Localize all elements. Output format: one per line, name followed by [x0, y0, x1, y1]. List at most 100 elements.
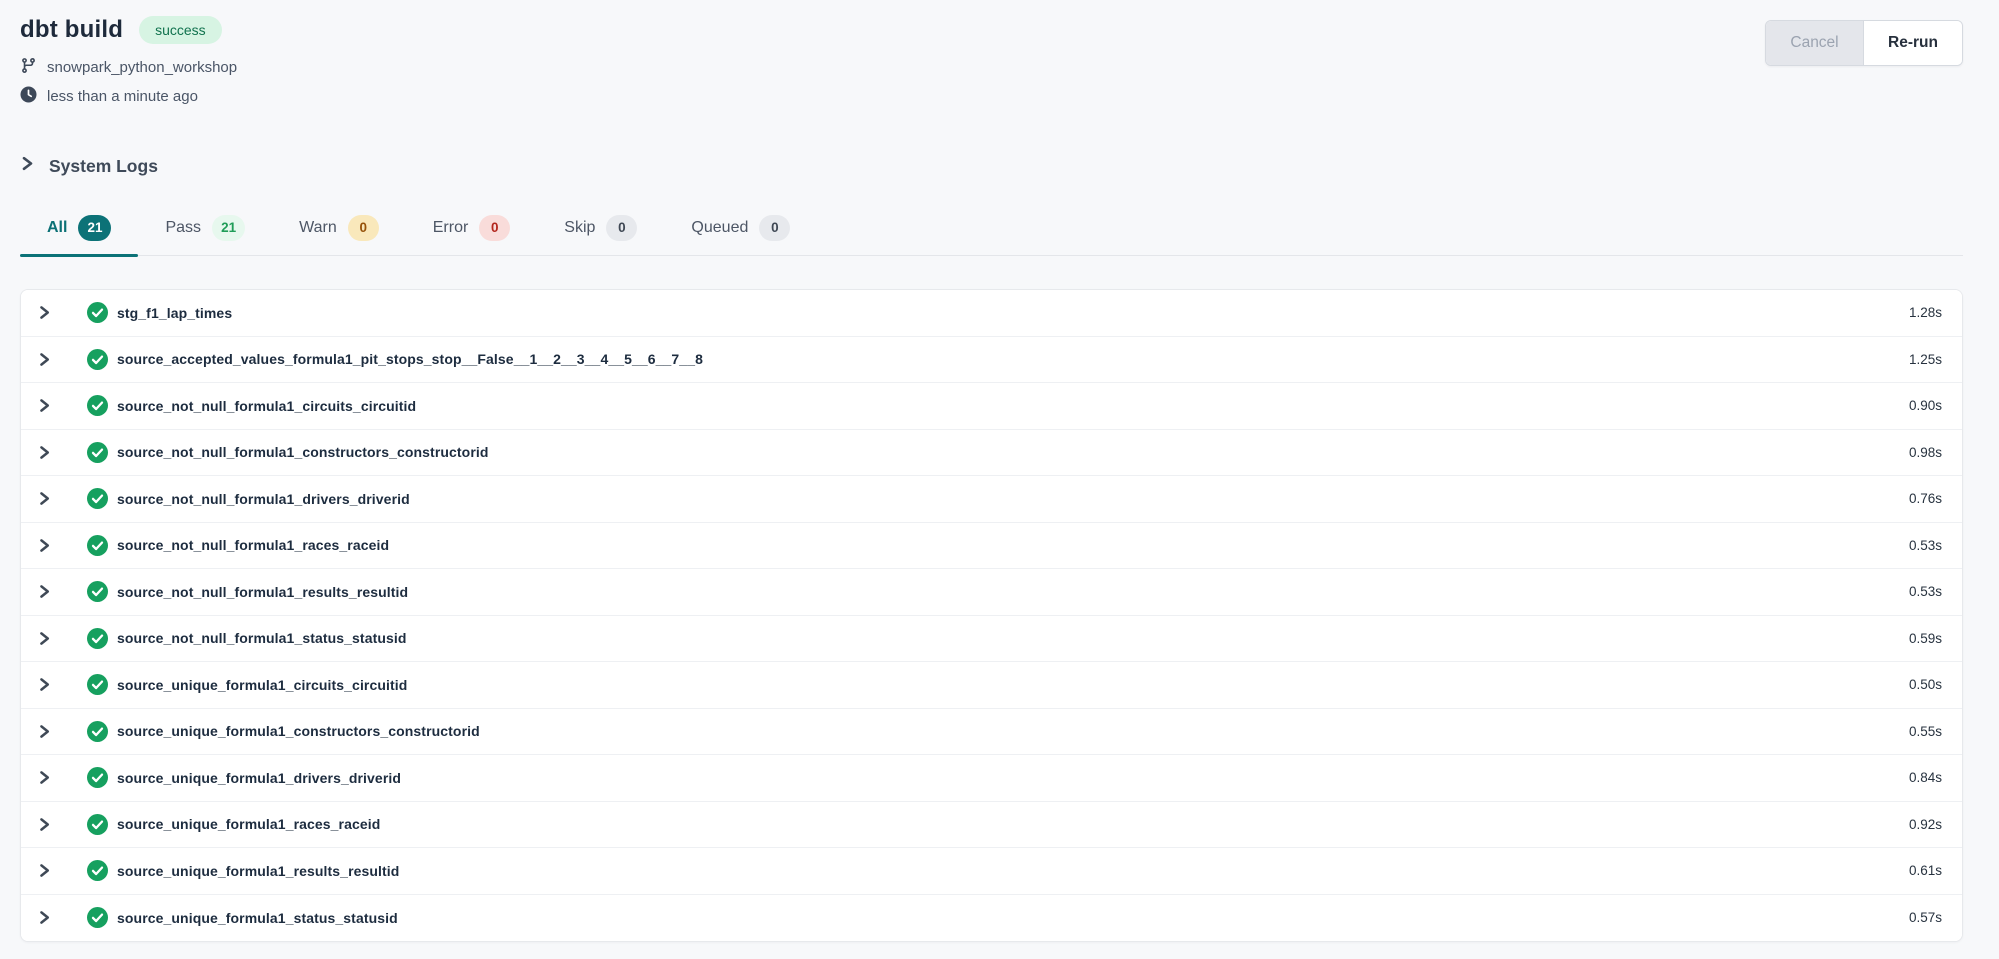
row-expand-chevron-icon[interactable] [33, 910, 55, 925]
result-name: source_unique_formula1_races_raceid [117, 816, 380, 832]
result-row[interactable]: source_not_null_formula1_results_resulti… [21, 569, 1962, 616]
result-duration: 0.61s [1909, 863, 1942, 878]
pass-check-icon [87, 581, 108, 602]
tab-queued[interactable]: Queued0 [664, 215, 817, 255]
tab-skip[interactable]: Skip 0 [537, 215, 664, 255]
pass-check-icon [87, 860, 108, 881]
tab-label: Warn [299, 219, 337, 237]
clock-icon [20, 86, 37, 107]
result-row[interactable]: source_not_null_formula1_races_raceid 0.5… [21, 523, 1962, 570]
result-name: source_unique_formula1_constructors_cons… [117, 723, 480, 739]
row-expand-chevron-icon[interactable] [33, 398, 55, 413]
row-expand-chevron-icon[interactable] [33, 584, 55, 599]
row-expand-chevron-icon[interactable] [33, 491, 55, 506]
run-detail-page: dbt build success snowpark_python_worksh… [0, 0, 1999, 942]
branch-name: snowpark_python_workshop [47, 59, 237, 76]
result-duration: 0.98s [1909, 445, 1942, 460]
result-row[interactable]: source_not_null_formula1_circuits_circui… [21, 383, 1962, 430]
result-row[interactable]: source_unique_formula1_races_raceid0.92s [21, 802, 1962, 849]
result-name: source_unique_formula1_status_statusid [117, 910, 398, 926]
tab-count-badge: 21 [212, 215, 245, 241]
result-row[interactable]: source_not_null_formula1_status_statusid… [21, 616, 1962, 663]
result-row[interactable]: stg_f1_lap_times 1.28s [21, 290, 1962, 337]
result-duration: 0.53s [1909, 584, 1942, 599]
system-logs-label: System Logs [49, 156, 158, 177]
pass-check-icon [87, 349, 108, 370]
tab-pass[interactable]: Pass21 [138, 215, 272, 255]
result-duration: 0.53s [1909, 538, 1942, 553]
result-name: source_not_null_formula1_drivers_driveri… [117, 491, 410, 507]
result-duration: 1.28s [1909, 305, 1942, 320]
status-badge: success [139, 16, 222, 44]
row-expand-chevron-icon[interactable] [33, 352, 55, 367]
result-row[interactable]: source_unique_formula1_status_statusid 0.… [21, 895, 1962, 942]
run-actions: Cancel Re-run [1765, 20, 1963, 66]
pass-check-icon [87, 395, 108, 416]
pass-check-icon [87, 488, 108, 509]
result-name: source_not_null_formula1_circuits_circui… [117, 398, 416, 414]
run-header-left: dbt build success snowpark_python_worksh… [20, 16, 237, 115]
result-name: stg_f1_lap_times [117, 305, 232, 321]
pass-check-icon [87, 767, 108, 788]
tab-count-badge: 0 [348, 215, 379, 241]
result-name: source_accepted_values_formula1_pit_stop… [117, 351, 703, 367]
row-expand-chevron-icon[interactable] [33, 724, 55, 739]
result-name: source_not_null_formula1_results_resulti… [117, 584, 408, 600]
tab-all[interactable]: All 21 [20, 215, 138, 255]
tab-count-badge: 0 [759, 215, 790, 241]
row-expand-chevron-icon[interactable] [33, 631, 55, 646]
pass-check-icon [87, 814, 108, 835]
result-duration: 0.84s [1909, 770, 1942, 785]
result-row[interactable]: source_accepted_values_formula1_pit_stop… [21, 337, 1962, 384]
tab-label: All [47, 219, 67, 237]
result-name: source_unique_formula1_circuits_circuiti… [117, 677, 407, 693]
result-duration: 0.57s [1909, 910, 1942, 925]
tab-count-badge: 21 [78, 215, 111, 241]
result-row[interactable]: source_not_null_formula1_constructors_co… [21, 430, 1962, 477]
result-name: source_not_null_formula1_constructors_co… [117, 444, 489, 460]
git-branch-icon [20, 57, 37, 78]
result-duration: 1.25s [1909, 352, 1942, 367]
results-list: stg_f1_lap_times 1.28s source_accepted_val… [20, 289, 1963, 942]
page-title: dbt build [20, 16, 123, 44]
tab-label: Error [433, 219, 469, 237]
row-expand-chevron-icon[interactable] [33, 863, 55, 878]
system-logs-toggle[interactable]: System Logs [20, 155, 1963, 177]
tab-error[interactable]: Error0 [406, 215, 538, 255]
run-time-ago: less than a minute ago [47, 88, 198, 105]
pass-check-icon [87, 302, 108, 323]
result-name: source_not_null_formula1_status_statusid [117, 630, 407, 646]
pass-check-icon [87, 721, 108, 742]
row-expand-chevron-icon[interactable] [33, 770, 55, 785]
run-header: dbt build success snowpark_python_worksh… [20, 16, 1963, 115]
pass-check-icon [87, 674, 108, 695]
result-row[interactable]: source_unique_formula1_constructors_cons… [21, 709, 1962, 756]
row-expand-chevron-icon[interactable] [33, 677, 55, 692]
pass-check-icon [87, 628, 108, 649]
result-duration: 0.55s [1909, 724, 1942, 739]
result-name: source_unique_formula1_results_resultid [117, 863, 399, 879]
result-name: source_not_null_formula1_races_raceid [117, 537, 389, 553]
result-name: source_unique_formula1_drivers_driverid [117, 770, 401, 786]
row-expand-chevron-icon[interactable] [33, 538, 55, 553]
pass-check-icon [87, 907, 108, 928]
result-row[interactable]: source_unique_formula1_drivers_driverid 0… [21, 755, 1962, 802]
rerun-button[interactable]: Re-run [1864, 21, 1962, 65]
result-row[interactable]: source_unique_formula1_circuits_circuiti… [21, 662, 1962, 709]
tab-count-badge: 0 [606, 215, 637, 241]
chevron-right-icon [20, 155, 35, 177]
row-expand-chevron-icon[interactable] [33, 305, 55, 320]
result-row[interactable]: source_not_null_formula1_drivers_driveri… [21, 476, 1962, 523]
pass-check-icon [87, 535, 108, 556]
row-expand-chevron-icon[interactable] [33, 445, 55, 460]
result-duration: 0.59s [1909, 631, 1942, 646]
cancel-button[interactable]: Cancel [1766, 21, 1864, 65]
tab-label: Skip [564, 219, 595, 237]
result-duration: 0.50s [1909, 677, 1942, 692]
tab-warn[interactable]: Warn 0 [272, 215, 406, 255]
pass-check-icon [87, 442, 108, 463]
status-tabbar: All21Pass21Warn0Error0Skip0Queued0 [20, 215, 1963, 256]
result-row[interactable]: source_unique_formula1_results_resultid 0… [21, 848, 1962, 895]
result-duration: 0.90s [1909, 398, 1942, 413]
row-expand-chevron-icon[interactable] [33, 817, 55, 832]
